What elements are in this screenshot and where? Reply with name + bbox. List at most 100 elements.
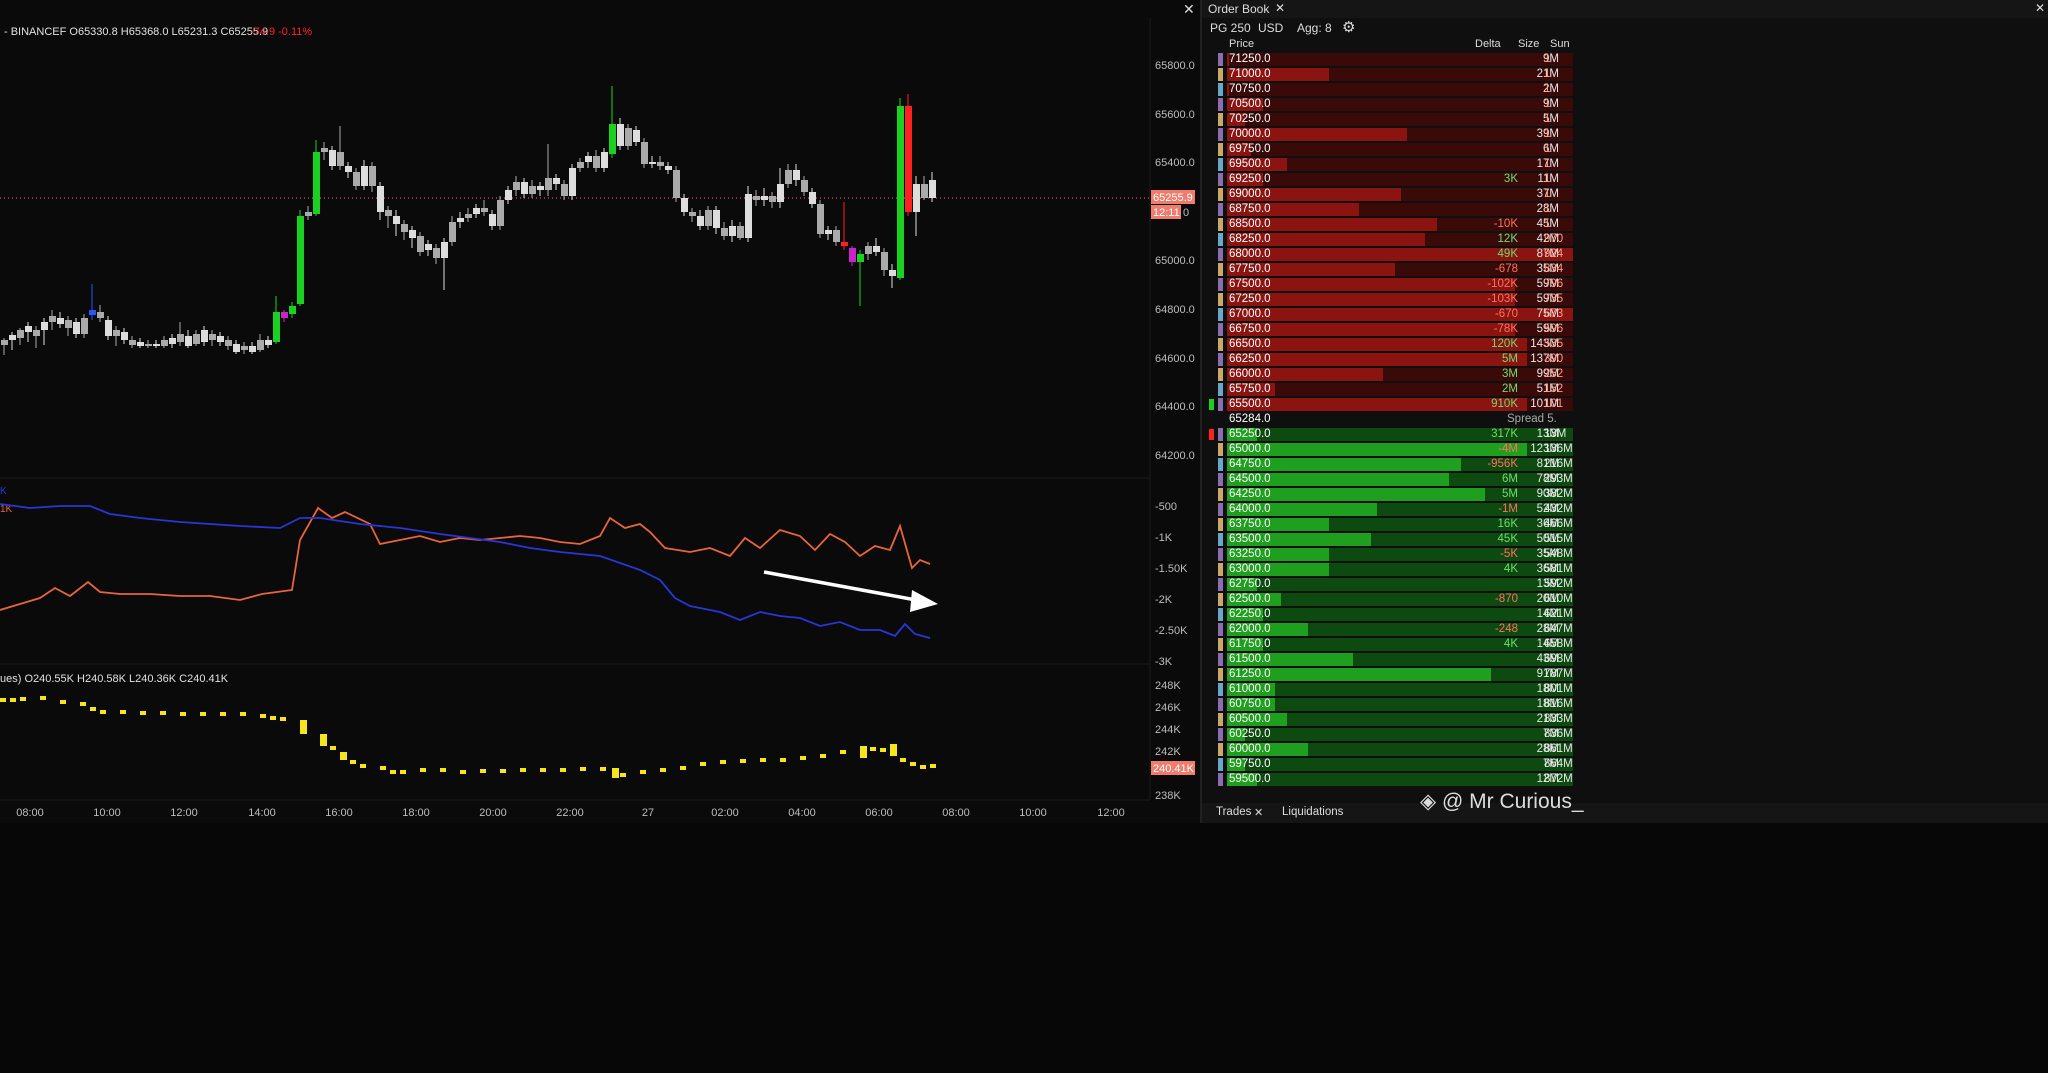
order-book-row[interactable]: 71250.0 9M 1 xyxy=(1202,52,2048,67)
order-book-row[interactable]: 64500.0 6M 78M 293M xyxy=(1202,472,2048,487)
row-price[interactable]: 60000.0 xyxy=(1229,743,1271,755)
row-price[interactable]: 68750.0 xyxy=(1229,203,1271,215)
order-book-row[interactable]: 66750.0 -78K 59M 596 xyxy=(1202,322,2048,337)
row-price[interactable]: 62250.0 xyxy=(1229,608,1271,620)
order-book-row[interactable]: 62250.0 14M 621M xyxy=(1202,607,2048,622)
order-book-row[interactable]: 66000.0 3M 99M 252 xyxy=(1202,367,2048,382)
row-price[interactable]: 71000.0 xyxy=(1229,68,1271,80)
order-book-row[interactable]: 68000.0 49K 87M 924 xyxy=(1202,247,2048,262)
order-book-row[interactable]: 65500.0 910K 101M 101 xyxy=(1202,397,2048,412)
order-book-row[interactable]: 62000.0 -248 28M 647M xyxy=(1202,622,2048,637)
order-book-row[interactable]: 66250.0 5M 137M 390 xyxy=(1202,352,2048,367)
row-price[interactable]: 65750.0 xyxy=(1229,383,1271,395)
row-price[interactable]: 62750.0 xyxy=(1229,578,1271,590)
size-column-header[interactable]: Size xyxy=(1518,38,1539,50)
row-price[interactable]: 62000.0 xyxy=(1229,623,1271,635)
row-price[interactable]: 60500.0 xyxy=(1229,713,1271,725)
row-price[interactable]: 65000.0 xyxy=(1229,443,1271,455)
order-book-row[interactable]: 65000.0 -4M 123M 136M xyxy=(1202,442,2048,457)
order-book-row[interactable]: 66500.0 120K 143M 535 xyxy=(1202,337,2048,352)
row-price[interactable]: 69000.0 xyxy=(1229,188,1271,200)
order-book-row[interactable]: 69000.0 37M 1 xyxy=(1202,187,2048,202)
order-book-row[interactable]: 70250.0 5M 1 xyxy=(1202,112,2048,127)
row-price[interactable]: 59500.0 xyxy=(1229,773,1271,785)
order-book-row[interactable]: 70750.0 2M 1 xyxy=(1202,82,2048,97)
trades-tab[interactable]: Trades xyxy=(1216,806,1251,818)
aggregation-select[interactable]: Agg: 8 xyxy=(1297,21,1332,35)
order-book-row[interactable]: 70500.0 9M 1 xyxy=(1202,97,2048,112)
order-book-row[interactable]: 60500.0 21M 833M xyxy=(1202,712,2048,727)
row-price[interactable]: 68250.0 xyxy=(1229,233,1271,245)
order-book-row[interactable]: 63500.0 45K 50M 515M xyxy=(1202,532,2048,547)
row-price[interactable]: 65500.0 xyxy=(1229,398,1271,410)
sum-column-header[interactable]: Sun xyxy=(1550,38,1570,50)
row-price[interactable]: 63750.0 xyxy=(1229,518,1271,530)
order-book-tab[interactable]: Order Book xyxy=(1208,2,1269,16)
row-price[interactable]: 63000.0 xyxy=(1229,563,1271,575)
row-price[interactable]: 60250.0 xyxy=(1229,728,1271,740)
close-chart-icon[interactable]: ✕ xyxy=(1183,1,1195,18)
currency-select[interactable]: USD xyxy=(1258,21,1283,35)
order-book-row[interactable]: 63750.0 16K 36M 466M xyxy=(1202,517,2048,532)
row-price[interactable]: 67000.0 xyxy=(1229,308,1271,320)
close-panel-icon[interactable]: ✕ xyxy=(2035,1,2045,15)
order-book-row[interactable]: 69500.0 17M 1 xyxy=(1202,157,2048,172)
order-book-row[interactable]: 63000.0 4K 36M 581M xyxy=(1202,562,2048,577)
price-group-select[interactable]: PG 250 xyxy=(1210,21,1251,35)
row-price[interactable]: 63250.0 xyxy=(1229,548,1271,560)
order-book-row[interactable]: 62750.0 13M 592M xyxy=(1202,577,2048,592)
row-price[interactable]: 67250.0 xyxy=(1229,293,1271,305)
row-price[interactable]: 71250.0 xyxy=(1229,53,1271,65)
row-price[interactable]: 70750.0 xyxy=(1229,83,1271,95)
order-book-row[interactable]: 69250.0 3K 11M 1 xyxy=(1202,172,2048,187)
row-price[interactable]: 66000.0 xyxy=(1229,368,1271,380)
row-price[interactable]: 61750.0 xyxy=(1229,638,1271,650)
row-price[interactable]: 66750.0 xyxy=(1229,323,1271,335)
liquidations-tab[interactable]: Liquidations xyxy=(1282,806,1343,818)
row-price[interactable]: 67500.0 xyxy=(1229,278,1271,290)
row-price[interactable]: 61500.0 xyxy=(1229,653,1271,665)
row-price[interactable]: 61000.0 xyxy=(1229,683,1271,695)
order-book-row[interactable]: 71000.0 21M 1 xyxy=(1202,67,2048,82)
row-price[interactable]: 66250.0 xyxy=(1229,353,1271,365)
order-book-row[interactable]: 60000.0 28M 861M xyxy=(1202,742,2048,757)
row-price[interactable]: 70000.0 xyxy=(1229,128,1271,140)
row-price[interactable]: 66500.0 xyxy=(1229,338,1271,350)
order-book-row[interactable]: 60750.0 18M 816M xyxy=(1202,697,2048,712)
row-price[interactable]: 70250.0 xyxy=(1229,113,1271,125)
row-price[interactable]: 62500.0 xyxy=(1229,593,1271,605)
row-price[interactable]: 68500.0 xyxy=(1229,218,1271,230)
close-trades-tab-icon[interactable]: ✕ xyxy=(1254,806,1263,819)
row-price[interactable]: 64000.0 xyxy=(1229,503,1271,515)
order-book-row[interactable]: 68500.0 -10K 45M 1 xyxy=(1202,217,2048,232)
order-book-row[interactable]: 64000.0 -1M 52M 432M xyxy=(1202,502,2048,517)
close-tab-icon[interactable]: ✕ xyxy=(1275,1,1285,15)
order-book-row[interactable]: 67000.0 -670 75M 673 xyxy=(1202,307,2048,322)
price-column-header[interactable]: Price xyxy=(1229,38,1254,50)
row-price[interactable]: 64750.0 xyxy=(1229,458,1271,470)
order-book-row[interactable]: 62500.0 -870 20M 610M xyxy=(1202,592,2048,607)
order-book-row[interactable]: 61500.0 43M 698M xyxy=(1202,652,2048,667)
row-price[interactable]: 65250.0 xyxy=(1229,428,1271,440)
order-book-row[interactable]: 67500.0 -102K 59M 796 xyxy=(1202,277,2048,292)
order-book-row[interactable]: 63250.0 -5K 35M 548M xyxy=(1202,547,2048,562)
row-price[interactable]: 68000.0 xyxy=(1229,248,1271,260)
order-book-row[interactable]: 68250.0 12K 42M 970 xyxy=(1202,232,2048,247)
order-book-row[interactable]: 68750.0 28M 1 xyxy=(1202,202,2048,217)
order-book-row[interactable]: 64250.0 5M 90M 382M xyxy=(1202,487,2048,502)
order-book-row[interactable]: 67750.0 -678 35M 834 xyxy=(1202,262,2048,277)
row-price[interactable]: 61250.0 xyxy=(1229,668,1271,680)
order-book-row[interactable]: 65250.0 317K 13M 13M xyxy=(1202,427,2048,442)
row-price[interactable]: 59750.0 xyxy=(1229,758,1271,770)
order-book-row[interactable]: 64750.0 -956K 81M 216M xyxy=(1202,457,2048,472)
order-book-row[interactable]: 59750.0 7M 864M xyxy=(1202,757,2048,772)
order-book-row[interactable]: 61750.0 4K 14M 658M xyxy=(1202,637,2048,652)
order-book-row[interactable]: 59500.0 12M 872M xyxy=(1202,772,2048,787)
row-price[interactable]: 69750.0 xyxy=(1229,143,1271,155)
row-price[interactable]: 67750.0 xyxy=(1229,263,1271,275)
order-book-row[interactable]: 60250.0 7M 836M xyxy=(1202,727,2048,742)
order-book-row[interactable]: 70000.0 39M 1 xyxy=(1202,127,2048,142)
row-price[interactable]: 69250.0 xyxy=(1229,173,1271,185)
row-price[interactable]: 64250.0 xyxy=(1229,488,1271,500)
order-book-row[interactable]: 69750.0 6M 1 xyxy=(1202,142,2048,157)
